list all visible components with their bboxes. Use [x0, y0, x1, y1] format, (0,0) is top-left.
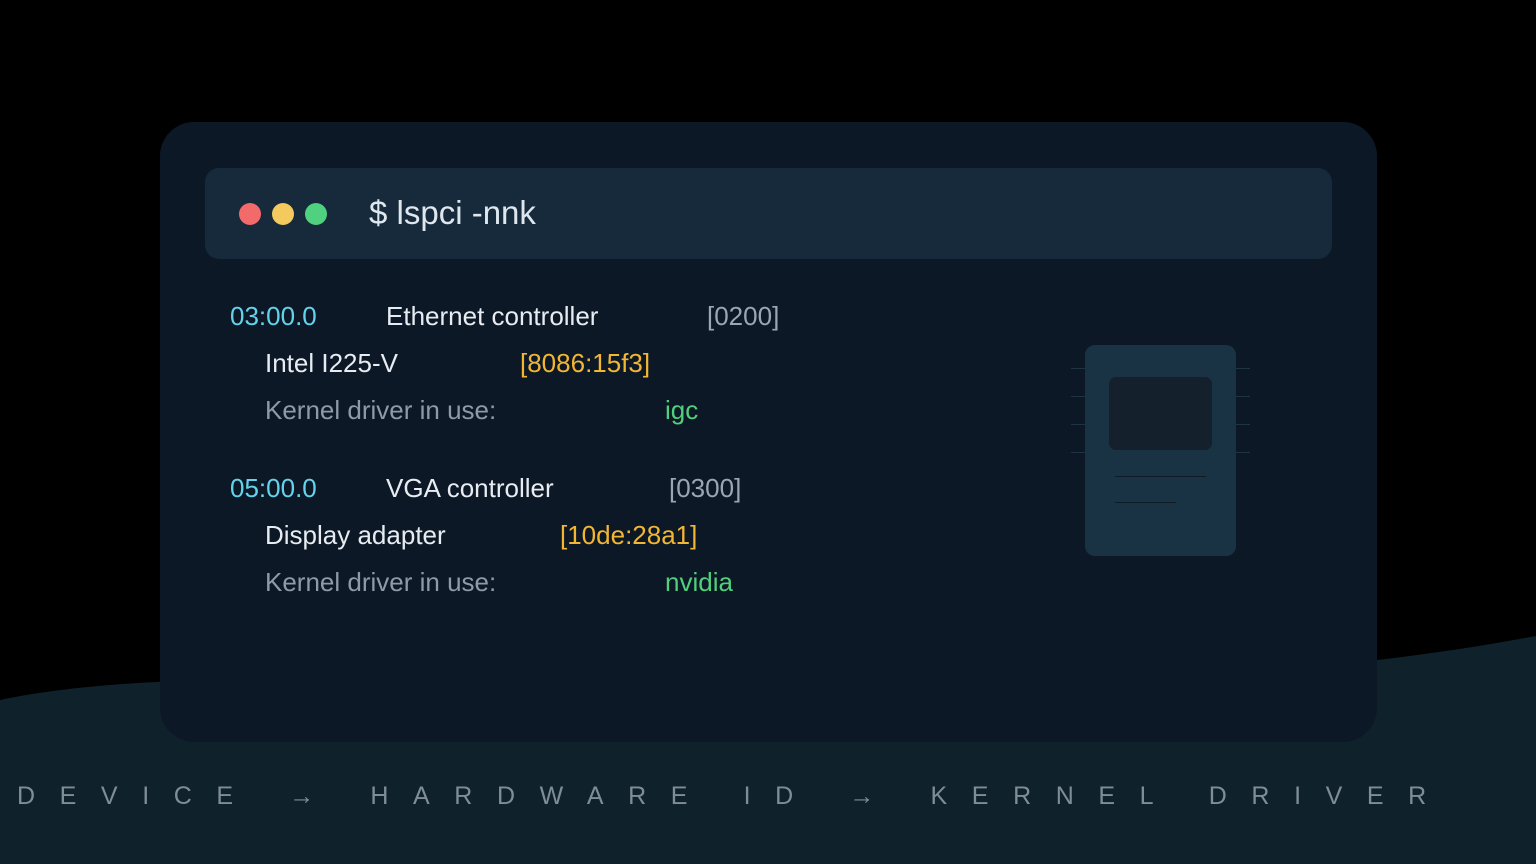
- kernel-driver-label: Kernel driver in use:: [265, 395, 497, 425]
- pci-pin: [1236, 452, 1250, 453]
- pci-pin: [1071, 396, 1085, 397]
- device-address: 05:00.0: [230, 473, 317, 503]
- terminal-window: $ lspci -nnk 03:00.0 Ethernet controller…: [160, 122, 1377, 742]
- pci-card-icon: [1085, 345, 1236, 556]
- stage: $ lspci -nnk 03:00.0 Ethernet controller…: [0, 0, 1536, 864]
- device-class-code: [0200]: [707, 301, 780, 331]
- device-class-name: Ethernet controller: [386, 301, 599, 331]
- pci-pin: [1236, 396, 1250, 397]
- terminal-titlebar: $ lspci -nnk: [205, 168, 1332, 259]
- device-hardware-id: [8086:15f3]: [520, 348, 651, 378]
- pci-pin: [1236, 368, 1250, 369]
- kernel-driver-label: Kernel driver in use:: [265, 567, 497, 597]
- device-name: Intel I225-V: [265, 348, 398, 378]
- device-address: 03:00.0: [230, 301, 317, 331]
- kernel-driver-name: igc: [665, 395, 699, 425]
- maximize-window-button[interactable]: [305, 203, 327, 225]
- pipeline-caption: DEVICE → HARDWARE ID → KERNEL DRIVER: [17, 782, 1451, 810]
- device-class-name: VGA controller: [386, 473, 554, 503]
- pci-pin: [1236, 424, 1250, 425]
- pci-pin: [1071, 424, 1085, 425]
- pci-card-line: [1115, 476, 1206, 477]
- device-name: Display adapter: [265, 520, 446, 550]
- terminal-command: $ lspci -nnk: [369, 194, 536, 231]
- kernel-driver-name: nvidia: [665, 567, 733, 597]
- device-class-code: [0300]: [669, 473, 742, 503]
- pci-card-line: [1115, 502, 1176, 503]
- close-window-button[interactable]: [239, 203, 261, 225]
- minimize-window-button[interactable]: [272, 203, 294, 225]
- device-hardware-id: [10de:28a1]: [560, 520, 698, 550]
- pci-pin: [1071, 452, 1085, 453]
- pci-card-chip: [1109, 377, 1212, 450]
- pci-pin: [1071, 368, 1085, 369]
